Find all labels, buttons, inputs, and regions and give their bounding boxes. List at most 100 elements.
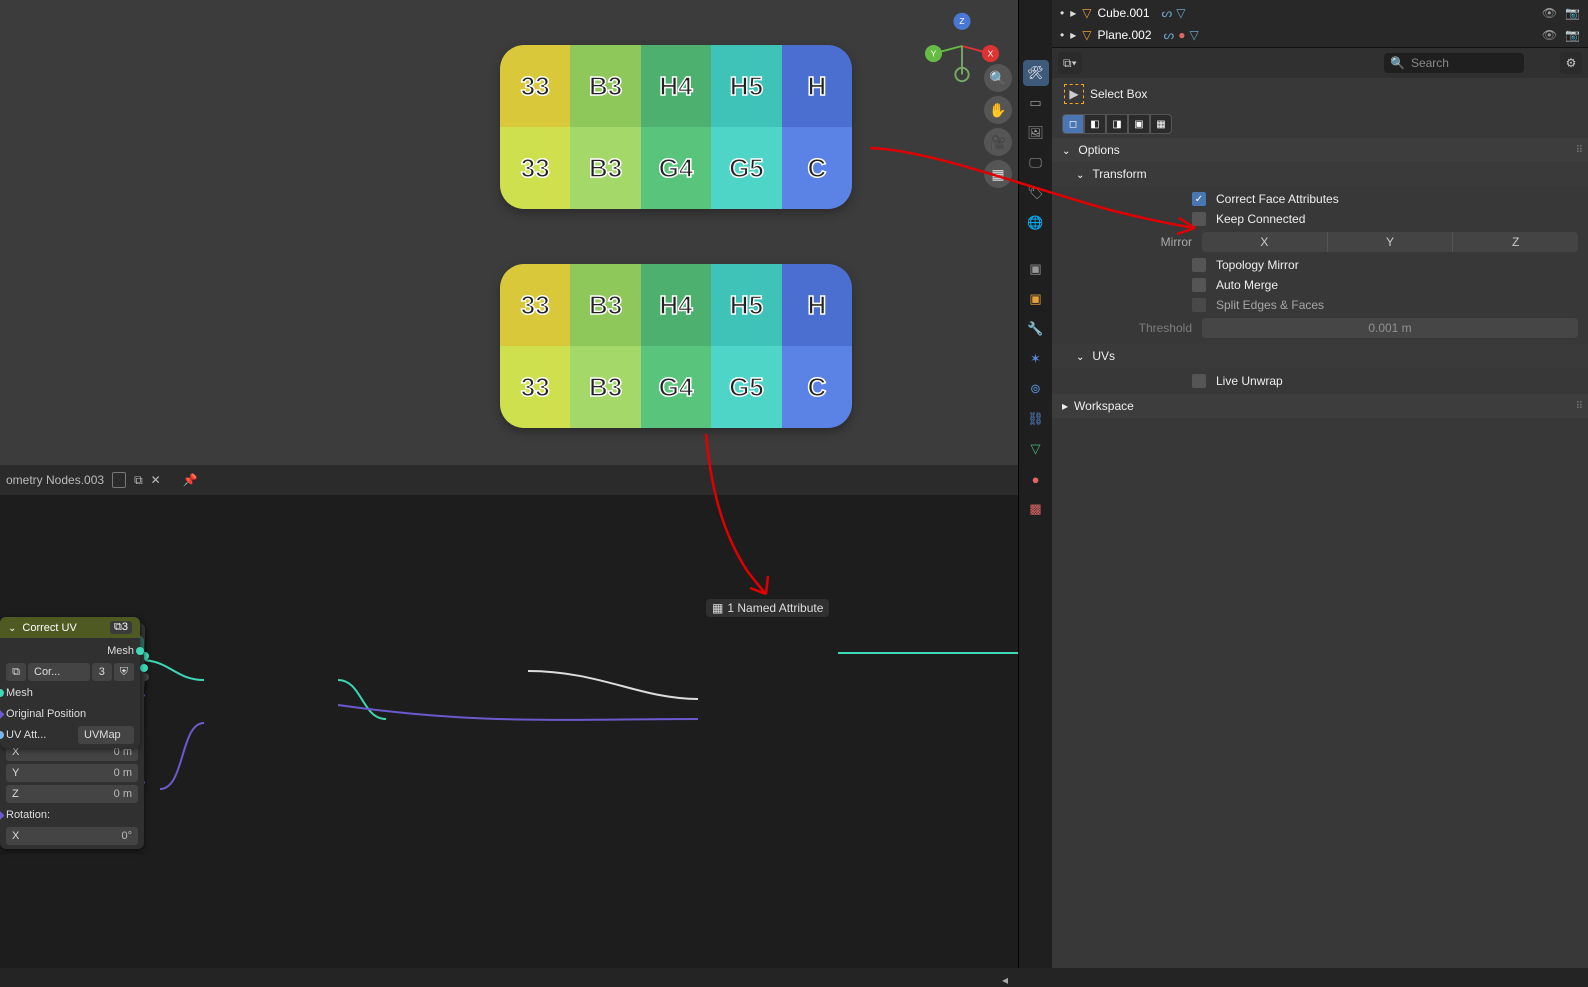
named-attribute-tag[interactable]: ▦1 Named Attribute <box>706 599 829 617</box>
eye-icon[interactable]: 👁 <box>1542 6 1557 20</box>
select-mode-subtract[interactable]: ◨ <box>1106 114 1128 134</box>
render-icon[interactable]: 📷 <box>1565 6 1580 20</box>
select-mode-invert[interactable]: ▣ <box>1128 114 1150 134</box>
geonodes-icon[interactable]: ᔕ <box>1164 28 1175 42</box>
keep-connected-checkbox[interactable] <box>1192 212 1206 226</box>
tab-physics-icon[interactable]: ⊚ <box>1023 376 1049 402</box>
expand-icon[interactable]: ▸ <box>1070 28 1076 42</box>
socket-label: Mesh <box>6 687 33 699</box>
socket-label: Mesh <box>107 645 134 657</box>
material-icon[interactable]: ● <box>1178 28 1185 42</box>
group-users-icon[interactable]: ⧉3 <box>110 621 132 634</box>
geonodes-icon[interactable]: ᔕ <box>1162 6 1173 20</box>
outliner-item-label: Plane.002 <box>1097 28 1151 42</box>
mirror-x[interactable]: X <box>1202 232 1327 252</box>
panel-workspace[interactable]: ▸ Workspace⠿ <box>1052 394 1588 418</box>
modifier-icon[interactable]: ▽ <box>1176 6 1185 20</box>
outliner[interactable]: •▸ ▽ Cube.001 ᔕ▽ 👁📷 •▸ ▽ Plane.002 ᔕ●▽ 👁… <box>1052 0 1588 48</box>
node-group-users[interactable]: 3 <box>92 663 112 681</box>
render-icon[interactable]: 📷 <box>1565 28 1580 42</box>
tab-texture-icon[interactable]: ▩ <box>1023 496 1049 522</box>
tab-material-icon[interactable]: ● <box>1023 466 1049 492</box>
node-group-name[interactable]: Cor... <box>28 663 90 681</box>
pan-icon[interactable]: ✋ <box>984 96 1012 124</box>
node-group-browse[interactable]: ⧉ <box>6 663 26 681</box>
node-correct-uv[interactable]: Correct UV ⧉3 Mesh ⧉ Cor... 3 ⛨ Mesh Ori… <box>0 617 140 748</box>
mirror-y[interactable]: Y <box>1327 232 1453 252</box>
tab-view-layer-icon[interactable]: 🖵 <box>1023 150 1049 176</box>
topology-mirror-checkbox[interactable] <box>1192 258 1206 272</box>
rendered-object: 3333B3B3H4G4H5G5HC <box>500 45 852 209</box>
outliner-item-label: Cube.001 <box>1097 6 1149 20</box>
panel-uvs[interactable]: UVs <box>1052 344 1588 368</box>
active-tool-label: Select Box <box>1090 87 1147 101</box>
correct-face-attributes-label: Correct Face Attributes <box>1216 192 1339 206</box>
pin-icon[interactable]: 📌 <box>183 473 198 487</box>
select-mode-intersect[interactable]: ▦ <box>1150 114 1172 134</box>
panel-options[interactable]: Options⠿ <box>1052 138 1588 162</box>
rotation-label: Rotation: <box>6 809 50 821</box>
tab-particles-icon[interactable]: ✶ <box>1023 346 1049 372</box>
svg-text:X: X <box>988 48 994 58</box>
node-title: Correct UV <box>22 622 76 634</box>
eye-icon[interactable]: 👁 <box>1542 28 1557 42</box>
mesh-icon: ▽ <box>1082 28 1091 42</box>
display-mode-icon[interactable]: ⧉▾ <box>1058 52 1082 74</box>
threshold-field[interactable]: 0.001 m <box>1202 318 1578 338</box>
svg-text:Z: Z <box>959 16 964 26</box>
tab-object-icon[interactable]: ▣ <box>1023 286 1049 312</box>
node-canvas[interactable]: Group Input Geometry Position Position C… <box>0 495 1018 968</box>
transform-tz[interactable]: Z0 m <box>6 785 138 803</box>
tab-data-icon[interactable]: ▽ <box>1023 436 1049 462</box>
mesh-icon: ▽ <box>1082 6 1091 20</box>
uv-attr-name[interactable]: UVMap <box>78 726 134 744</box>
tab-constraints-icon[interactable]: ⛓ <box>1023 406 1049 432</box>
socket-label: Original Position <box>6 708 86 720</box>
node-tree-name[interactable]: ometry Nodes.003 <box>6 473 104 487</box>
tab-collection-icon[interactable]: ▣ <box>1023 256 1049 282</box>
tab-modifier-icon[interactable]: 🔧 <box>1023 316 1049 342</box>
select-mode-extend[interactable]: ◧ <box>1084 114 1106 134</box>
panel-transform[interactable]: Transform <box>1052 162 1588 186</box>
node-editor[interactable]: ometry Nodes.003 ⧉ ✕ 📌 ↶ ⌇ ⌗ ▾ ◍ ▾ ◂ Gro… <box>0 465 1018 968</box>
tab-scene-icon[interactable]: 🏷 <box>1023 180 1049 206</box>
fake-user-icon[interactable] <box>112 472 126 488</box>
svg-text:Y: Y <box>931 48 937 58</box>
grid-icon[interactable]: ▦ <box>984 160 1012 188</box>
mirror-z[interactable]: Z <box>1452 232 1578 252</box>
properties-tab-strip: 🛠 ▭ 🖼 🖵 🏷 🌐 ▣ ▣ 🔧 ✶ ⊚ ⛓ ▽ ● ▩ <box>1018 0 1052 968</box>
viewport-3d[interactable]: X Y Z 🔍 ✋ 🎥 ▦ 3333B3B3H4G4H5G5HC 3333B3B3… <box>0 0 1018 465</box>
tab-output-icon[interactable]: 🖼 <box>1023 120 1049 146</box>
select-box-icon: ▶ <box>1064 84 1084 104</box>
outliner-item[interactable]: •▸ ▽ Plane.002 ᔕ●▽ 👁📷 <box>1060 24 1580 46</box>
select-mode-strip: ◻ ◧ ◨ ▣ ▦ <box>1052 110 1588 138</box>
select-mode-new[interactable]: ◻ <box>1062 114 1084 134</box>
zoom-icon[interactable]: 🔍 <box>984 64 1012 92</box>
transform-ty[interactable]: Y0 m <box>6 764 138 782</box>
live-unwrap-checkbox[interactable] <box>1192 374 1206 388</box>
expand-icon[interactable]: ▸ <box>1070 6 1076 20</box>
modifier-icon[interactable]: ▽ <box>1189 28 1198 42</box>
node-editor-header: ometry Nodes.003 ⧉ ✕ 📌 <box>0 465 1018 495</box>
unlink-icon[interactable]: ✕ <box>151 473 161 487</box>
duplicate-icon[interactable]: ⧉ <box>134 473 143 488</box>
filter-icon[interactable]: ⚙ <box>1560 52 1582 74</box>
node-links <box>0 495 1018 968</box>
camera-icon[interactable]: 🎥 <box>984 128 1012 156</box>
collapse-icon[interactable]: ◂ <box>1002 973 1016 987</box>
tab-tool-icon[interactable]: 🛠 <box>1023 60 1049 86</box>
rendered-object: 3333B3B3H4G4H5G5HC <box>500 264 852 428</box>
tab-render-icon[interactable]: ▭ <box>1023 90 1049 116</box>
tab-world-icon[interactable]: 🌐 <box>1023 210 1049 236</box>
auto-merge-checkbox[interactable] <box>1192 278 1206 292</box>
fake-user-shield-icon[interactable]: ⛨ <box>114 663 134 681</box>
outliner-item[interactable]: •▸ ▽ Cube.001 ᔕ▽ 👁📷 <box>1060 2 1580 24</box>
search-icon: 🔍 <box>1390 56 1405 70</box>
socket-label: UV Att... <box>6 729 46 741</box>
properties-panel: ⧉▾ 🔍 Search ⚙ ▶ Select Box ◻ ◧ ◨ ▣ ▦ Opt… <box>1052 48 1588 968</box>
split-edges-faces-checkbox[interactable] <box>1192 298 1206 312</box>
search-input[interactable]: 🔍 Search <box>1384 53 1524 73</box>
correct-face-attributes-checkbox[interactable]: ✓ <box>1192 192 1206 206</box>
mirror-axes: X Y Z <box>1202 232 1578 252</box>
transform-rx[interactable]: X0° <box>6 827 138 845</box>
